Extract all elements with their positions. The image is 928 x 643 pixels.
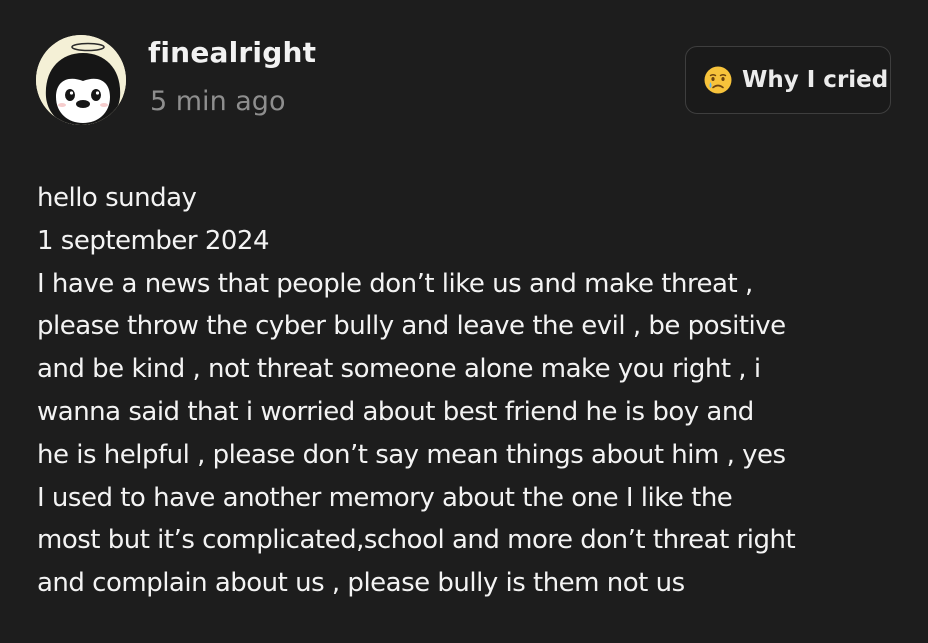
post-line: and be kind , not threat someone alone m… (37, 354, 761, 385)
post-body: hello sunday 1 september 2024 I have a n… (37, 177, 907, 605)
post-line: most but it’s complicated,school and mor… (37, 525, 796, 556)
mood-label: Why I cried (742, 67, 889, 93)
post-timestamp: 5 min ago (150, 86, 286, 117)
crying-face-icon (704, 66, 732, 94)
post-line: I used to have another memory about the … (37, 482, 733, 513)
post-line: I have a news that people don’t like us … (37, 268, 753, 299)
author-name[interactable]: finealright (148, 36, 316, 69)
post-line: please throw the cyber bully and leave t… (37, 311, 786, 342)
post-line: hello sunday (37, 183, 197, 213)
post-line: and complain about us , please bully is … (37, 568, 685, 599)
post-line: 1 september 2024 (37, 225, 270, 256)
post-line: he is helpful , please don’t say mean th… (37, 439, 786, 470)
mood-tag-button[interactable]: Why I cried (685, 46, 891, 114)
avatar[interactable] (36, 35, 126, 125)
post-line: wanna said that i worried about best fri… (37, 396, 754, 427)
penguin-avatar-icon (36, 35, 126, 125)
